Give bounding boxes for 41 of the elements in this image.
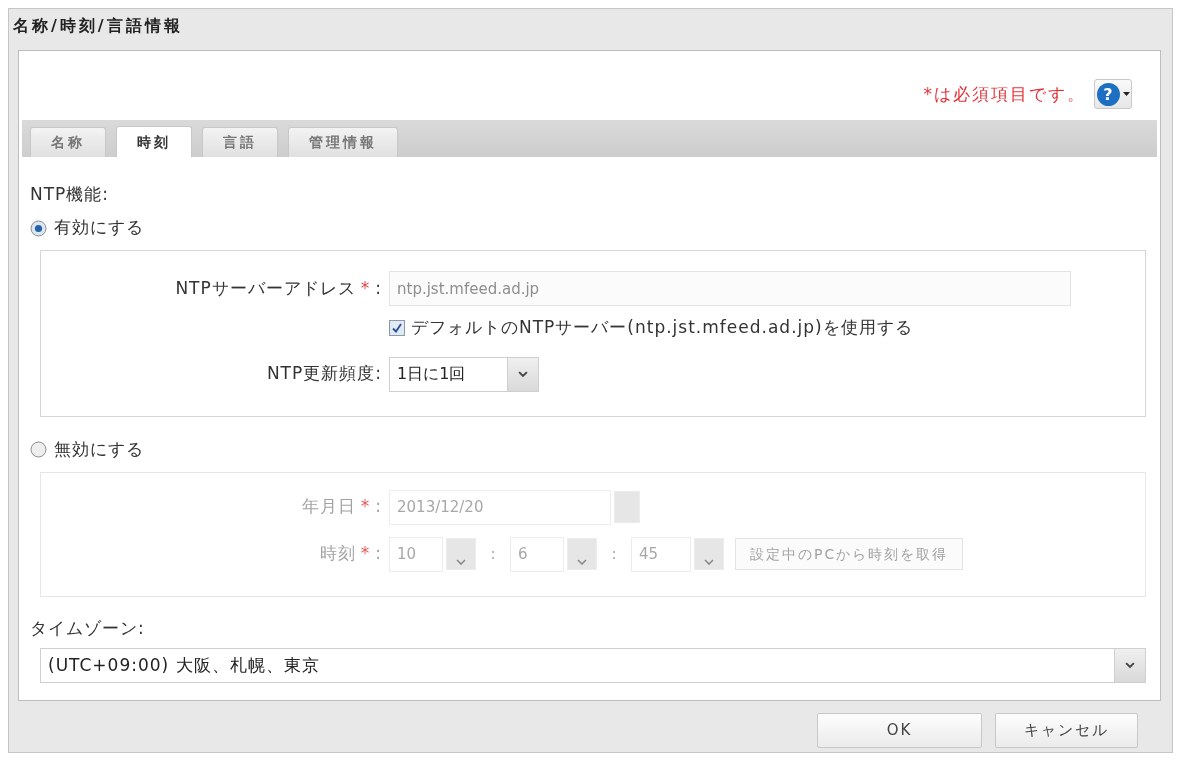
checkbox[interactable] — [389, 319, 405, 336]
field-label: 年月日 * : — [301, 496, 382, 517]
chevron-down-icon — [456, 559, 466, 565]
window-title: 名称/時刻/言語情報 — [13, 14, 183, 37]
dropdown-button[interactable] — [694, 538, 724, 570]
time-field[interactable]: 6 — [510, 536, 564, 572]
radio-button[interactable] — [30, 441, 47, 458]
timezone-dropdown[interactable]: (UTC+09:00) 大阪、札幌、東京 — [40, 648, 1146, 683]
caret-down-icon — [1122, 92, 1130, 96]
radio-button[interactable] — [30, 219, 47, 237]
required-note: *は必須項目です。 — [923, 83, 1086, 106]
tab[interactable]: 管理情報 — [288, 127, 398, 157]
field-label: NTP更新頻度: — [266, 363, 382, 384]
tab[interactable]: 名称 — [30, 127, 106, 157]
time-field[interactable]: 45 — [631, 536, 691, 572]
radio-label: 有効にする — [54, 216, 144, 240]
chevron-down-icon — [507, 357, 538, 391]
time-separator: : — [489, 543, 497, 565]
tab[interactable]: 言語 — [202, 127, 278, 157]
section-label: NTP機能: — [30, 184, 110, 204]
field-label: NTPサーバーアドレス * : — [175, 277, 382, 298]
checkbox-label: デフォルトのNTPサーバー(ntp.jst.mfeed.ad.jp)を使用する — [411, 316, 913, 339]
dropdown-button[interactable] — [567, 538, 597, 570]
dropdown-button[interactable] — [446, 538, 476, 570]
get-time-button[interactable]: 設定中のPCから時刻を取得 — [735, 538, 964, 570]
dropdown[interactable]: 1日に1回 — [389, 356, 539, 392]
date-field[interactable]: 2013/12/20 — [389, 489, 611, 525]
field-label: 時刻 * : — [319, 543, 382, 564]
field-label: タイムゾーン: — [30, 617, 145, 638]
help-icon: ? — [1096, 82, 1120, 106]
chevron-down-icon — [704, 559, 714, 565]
chevron-down-icon — [577, 559, 587, 565]
time-separator: : — [610, 543, 618, 565]
ok-button[interactable]: OK — [817, 713, 982, 748]
picker-button[interactable] — [614, 491, 640, 523]
radio-label: 無効にする — [54, 437, 144, 461]
tab[interactable]: 時刻 — [116, 126, 192, 157]
time-field[interactable]: 10 — [389, 536, 443, 572]
cancel-button[interactable]: キャンセル — [995, 713, 1138, 748]
chevron-down-icon — [1114, 649, 1145, 682]
help-button[interactable]: ? — [1094, 79, 1132, 109]
